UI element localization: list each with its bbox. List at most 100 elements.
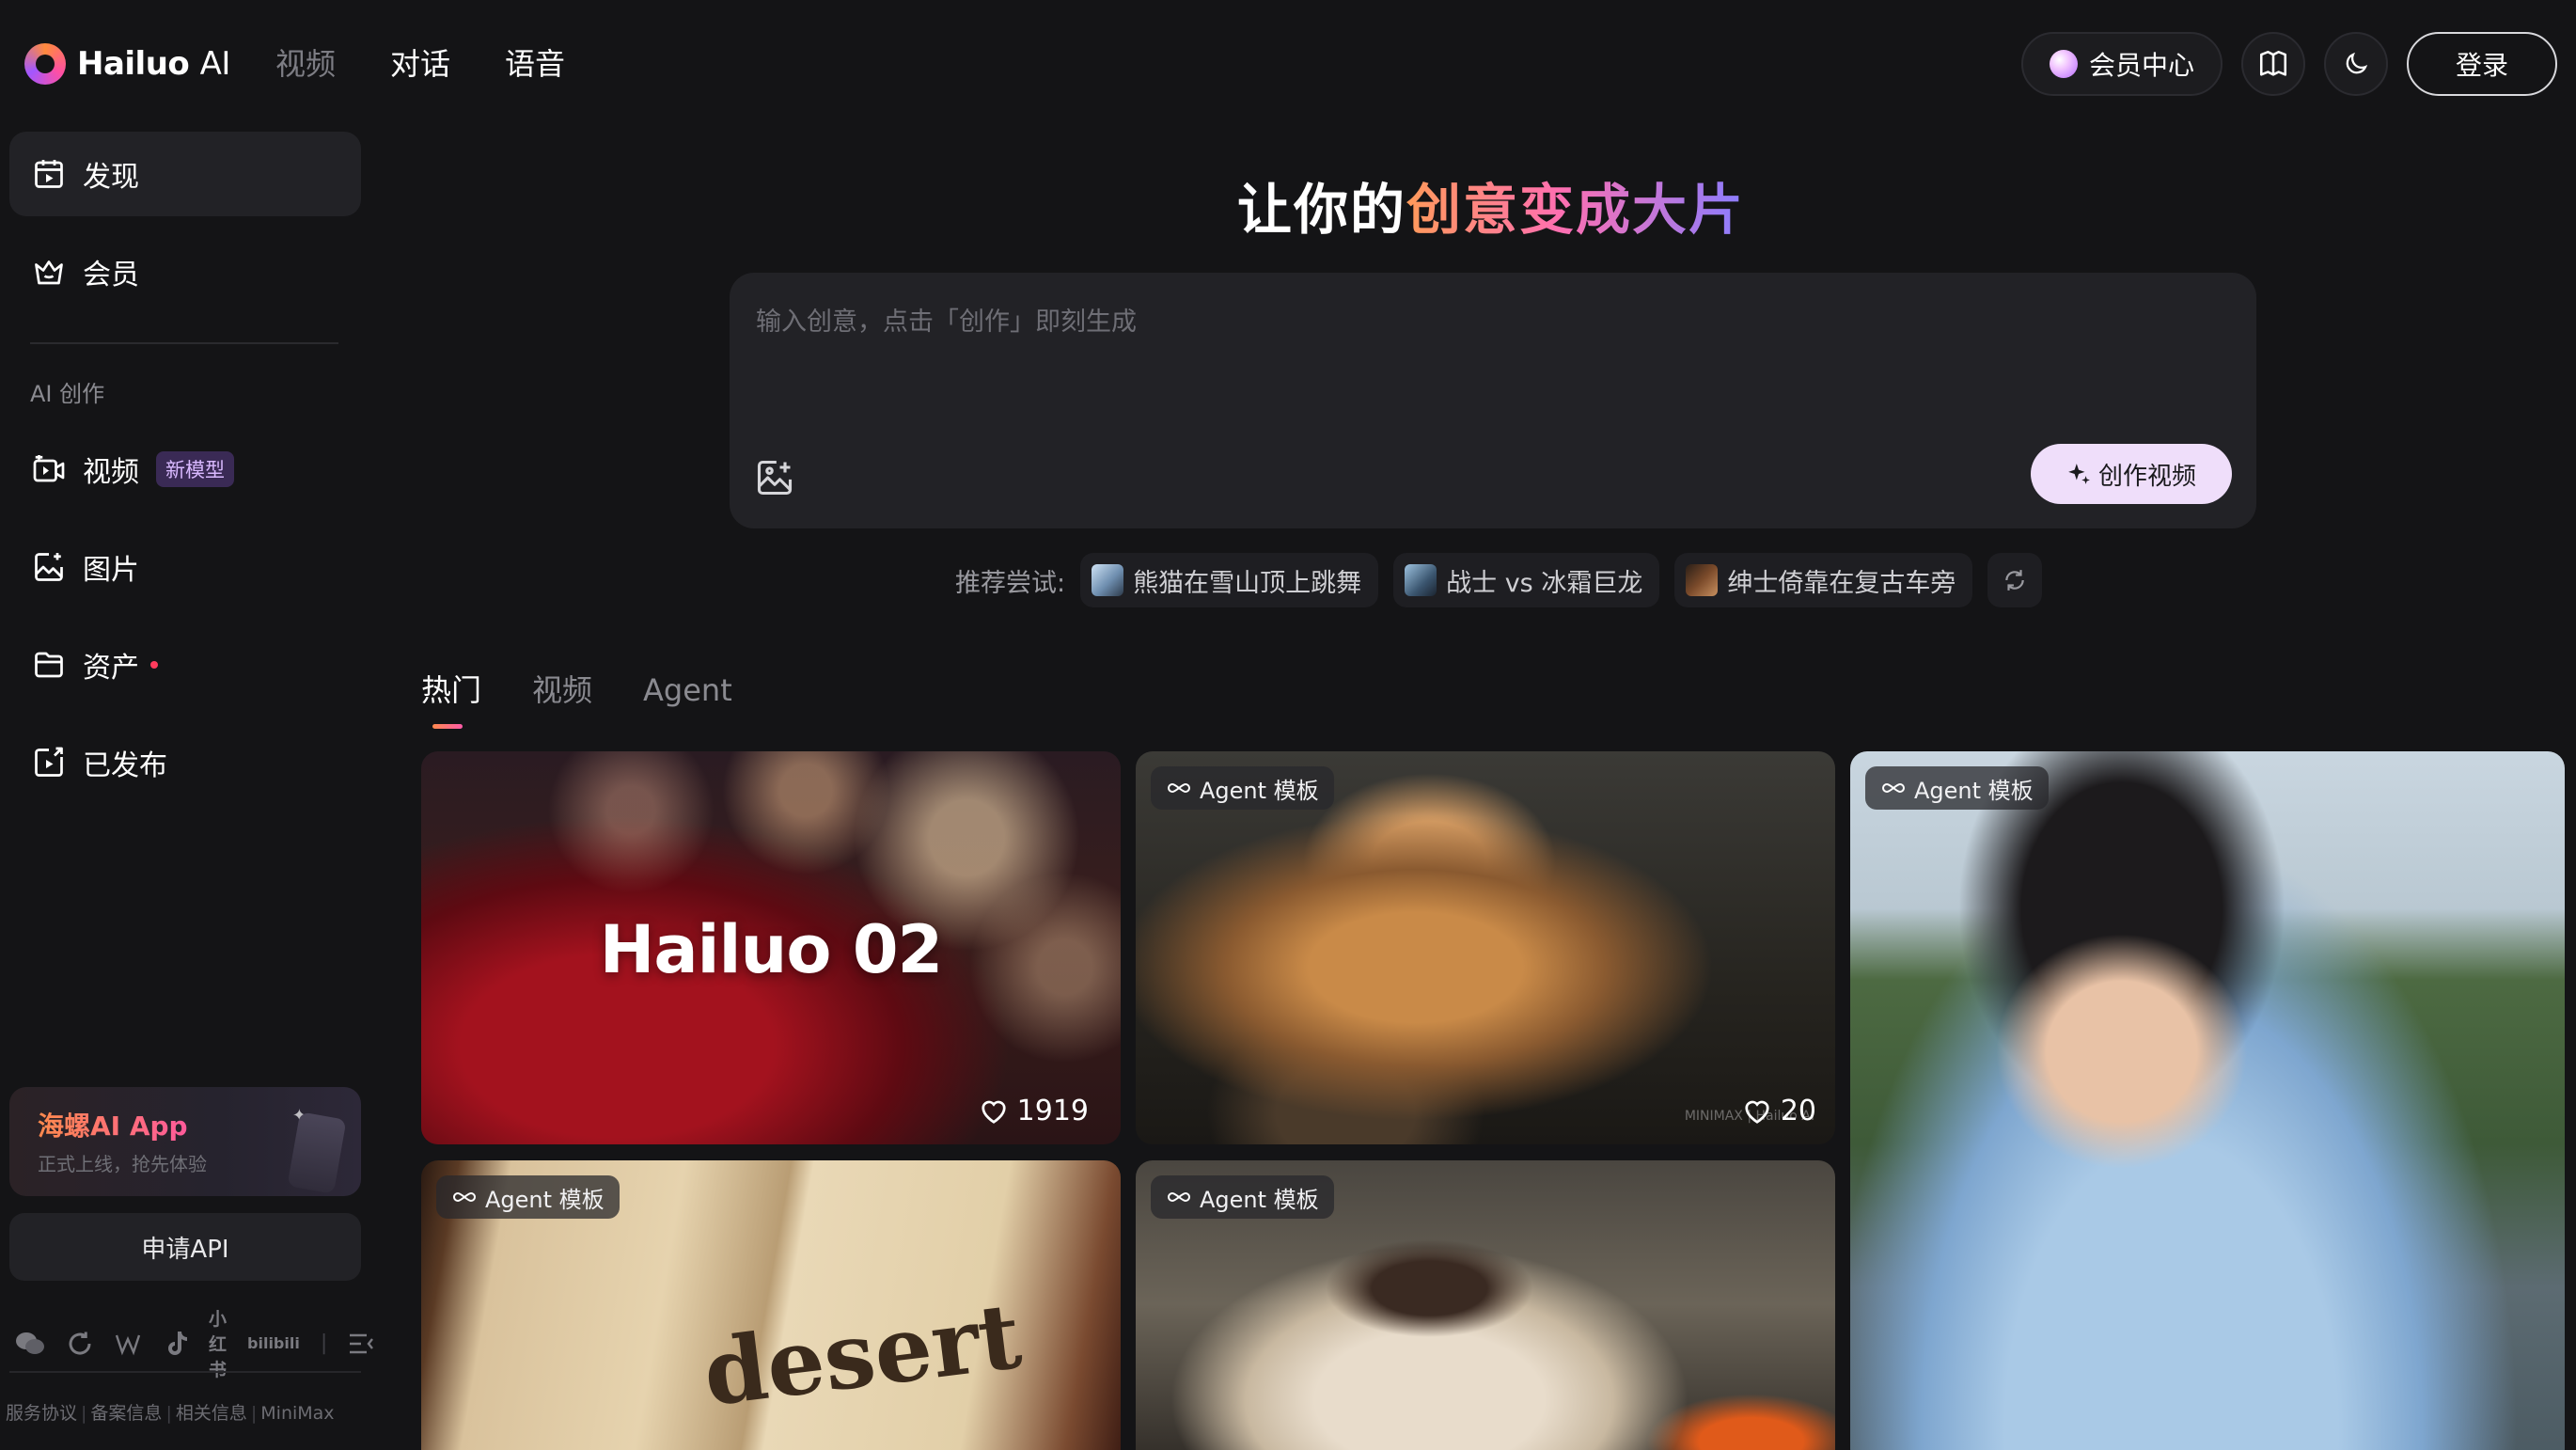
card-thumbnail: [1850, 751, 2565, 1450]
suggestion-thumbnail: [1092, 564, 1124, 596]
login-button[interactable]: 登录: [2407, 32, 2557, 96]
likes-value: 20: [1780, 1095, 1816, 1127]
image-sparkle-icon: [35, 553, 63, 581]
topnav-voice[interactable]: 语音: [505, 41, 565, 87]
upload-image-button[interactable]: [754, 457, 795, 498]
suggestion-chip[interactable]: 绅士倚靠在复古车旁: [1674, 553, 1973, 607]
apply-api-button[interactable]: 申请API: [9, 1213, 361, 1281]
app-promo-title: 海螺AI App: [38, 1106, 188, 1143]
social-links: 小红书 bilibili |: [15, 1305, 376, 1381]
app-promo-card[interactable]: 海螺AI App 正式上线，抢先体验 ✦: [9, 1087, 361, 1196]
tiktok-icon[interactable]: [165, 1330, 188, 1358]
agent-template-tag: Agent 模板: [436, 1175, 620, 1219]
app-root: Hailuo AI 视频 对话 语音 会员中心 登录 发现 会员 AI 创作 视…: [0, 0, 2576, 1450]
infinity-icon: [1168, 1191, 1190, 1203]
folder-icon: [35, 652, 63, 678]
sidebar-item-label: 已发布: [83, 749, 167, 782]
hailuo-logo-icon: [24, 43, 66, 85]
weibo-icon[interactable]: [115, 1332, 145, 1356]
likes-count[interactable]: 1919: [980, 1095, 1089, 1127]
sidebar-item-video[interactable]: 视频 新模型: [9, 427, 361, 512]
tab-video[interactable]: 视频: [532, 668, 592, 713]
footer-link-minimax[interactable]: MiniMax: [260, 1403, 334, 1424]
suggestion-chip[interactable]: 战士 vs 冰霜巨龙: [1393, 553, 1660, 607]
member-center-label: 会员中心: [2088, 50, 2194, 81]
bilibili-icon[interactable]: bilibili: [247, 1334, 300, 1352]
sidebar-divider: [30, 342, 338, 344]
app-promo-subtitle: 正式上线，抢先体验: [38, 1153, 207, 1175]
social-separator: |: [320, 1332, 328, 1355]
agent-template-label: Agent 模板: [1200, 777, 1319, 804]
suggestion-text: 熊猫在雪山顶上跳舞: [1133, 568, 1362, 598]
feed-card[interactable]: Hailuo 02 1919: [421, 751, 1121, 1144]
book-icon: [2259, 50, 2287, 76]
theme-toggle-button[interactable]: [2324, 32, 2388, 96]
sidebar-item-image[interactable]: 图片: [9, 525, 361, 609]
sidebar-section-title: AI 创作: [30, 381, 105, 407]
sidebar-item-member[interactable]: 会员: [9, 229, 361, 314]
footer-links: 服务协议 | 备案信息 | 相关信息 | MiniMax: [6, 1403, 335, 1424]
suggestion-chip[interactable]: 熊猫在雪山顶上跳舞: [1080, 553, 1379, 607]
topnav-chat[interactable]: 对话: [390, 41, 450, 87]
moon-icon: [2346, 52, 2368, 74]
card-thumbnail: [1136, 751, 1835, 1144]
infinity-icon: [1882, 782, 1905, 794]
footer-divider: [9, 1371, 361, 1373]
prompt-input[interactable]: 输入创意，点击「创作」即刻生成: [756, 301, 1137, 338]
sidebar-item-discover[interactable]: 发现: [9, 132, 361, 216]
suggestions-row: 推荐尝试: 熊猫在雪山顶上跳舞 战士 vs 冰霜巨龙 绅士倚靠在复古车旁: [955, 553, 2043, 607]
crown-icon: [35, 260, 63, 285]
logo-text: Hailuo AI: [77, 45, 230, 83]
calendar-icon: [35, 160, 63, 188]
likes-count[interactable]: 20: [1743, 1095, 1816, 1127]
sidebar-item-label: 发现: [83, 161, 139, 194]
feed-card[interactable]: Agent 模板 MINIMAX | Hailuo AI 20: [1136, 751, 1835, 1144]
suggestion-text: 绅士倚靠在复古车旁: [1727, 568, 1956, 598]
notification-dot: [150, 661, 158, 669]
xiaohongshu-icon[interactable]: 小红书: [209, 1305, 227, 1381]
card-caption: Hailuo 02: [599, 911, 944, 988]
create-video-button[interactable]: 创作视频: [2031, 444, 2232, 504]
agent-template-tag: Agent 模板: [1151, 766, 1334, 810]
new-model-badge: 新模型: [156, 451, 234, 487]
heart-icon: [982, 1100, 1006, 1124]
heart-icon: [1745, 1100, 1769, 1124]
gem-icon: [2049, 50, 2078, 78]
wechat-icon[interactable]: [15, 1331, 45, 1357]
tab-agent[interactable]: Agent: [643, 668, 732, 713]
refresh-suggestions-button[interactable]: [1987, 553, 2043, 607]
footer-link-info[interactable]: 相关信息: [176, 1403, 247, 1424]
refresh-brand-icon[interactable]: [66, 1330, 94, 1358]
feed-card[interactable]: Agent 模板: [1136, 1160, 1835, 1450]
create-video-label: 创作视频: [2097, 462, 2196, 491]
sidebar: 发现 会员 AI 创作 视频 新模型 图片 资产 已发布 海螺AI App 正式…: [0, 128, 374, 1450]
content-tabs: 热门 视频 Agent: [421, 668, 732, 729]
agent-template-tag: Agent 模板: [1151, 1175, 1334, 1219]
feed-card[interactable]: Agent 模板: [1850, 751, 2565, 1450]
infinity-icon: [1168, 782, 1190, 794]
refresh-icon: [2005, 570, 2025, 591]
sidebar-item-label: 会员: [83, 259, 139, 292]
topnav-video[interactable]: 视频: [275, 41, 336, 87]
logo[interactable]: Hailuo AI: [24, 41, 230, 87]
feed-card[interactable]: desert Agent 模板: [421, 1160, 1121, 1450]
book-button[interactable]: [2241, 32, 2305, 96]
collapse-menu-icon[interactable]: [348, 1332, 376, 1356]
sidebar-item-assets[interactable]: 资产: [9, 623, 361, 707]
sidebar-item-published[interactable]: 已发布: [9, 720, 361, 805]
hero-title-highlight: 创意变成大片: [1406, 178, 1746, 242]
footer-link-terms[interactable]: 服务协议: [6, 1403, 77, 1424]
member-center-button[interactable]: 会员中心: [2020, 32, 2223, 96]
infinity-icon: [453, 1191, 476, 1203]
suggestion-text: 战士 vs 冰霜巨龙: [1446, 568, 1643, 598]
agent-template-tag: Agent 模板: [1865, 766, 2049, 810]
tab-hot[interactable]: 热门: [421, 668, 481, 729]
sparkle-icon: [2068, 464, 2090, 484]
footer-link-filing[interactable]: 备案信息: [90, 1403, 162, 1424]
hero-title-plain: 让你的: [1237, 178, 1407, 242]
top-nav: 视频 对话 语音: [275, 41, 565, 87]
brand-name: Hailuo: [77, 45, 190, 83]
likes-value: 1919: [1016, 1095, 1089, 1127]
brand-suffix: AI: [199, 45, 231, 83]
prompt-box[interactable]: 输入创意，点击「创作」即刻生成 创作视频: [730, 273, 2256, 528]
